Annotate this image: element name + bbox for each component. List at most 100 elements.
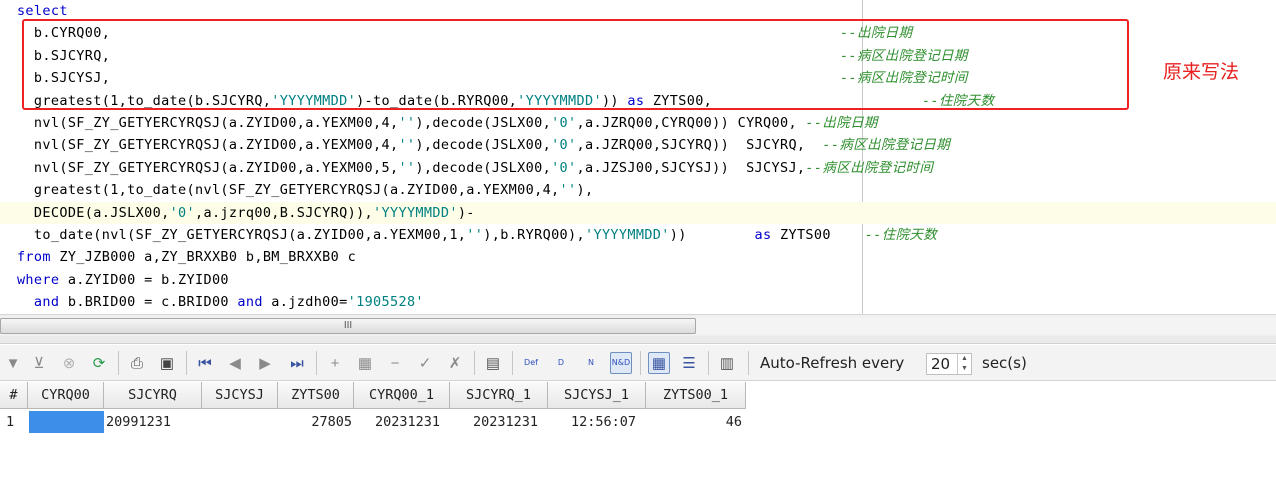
add-record-icon[interactable]: + — [324, 352, 346, 374]
export-icon[interactable]: ▥ — [716, 352, 738, 374]
code-line[interactable]: from ZY_JZB000 a,ZY_BRXXB0 b,BM_BRXXB0 c — [0, 246, 356, 268]
delete-record-icon[interactable]: − — [384, 352, 406, 374]
cancel-icon[interactable]: ⊗ — [58, 352, 80, 374]
code-line[interactable]: and b.BRID00 = c.BRID00 and a.jzdh00='19… — [0, 291, 424, 313]
grid-header-zyts00[interactable]: ZYTS00 — [278, 382, 354, 409]
refresh-icon[interactable]: ⟳ — [88, 352, 110, 374]
first-icon[interactable]: ▼ — [2, 352, 24, 374]
toolbar-separator — [186, 351, 187, 375]
row-number: 1 — [6, 414, 15, 430]
list-view-icon[interactable]: ☰ — [678, 352, 700, 374]
sql-text: )) — [669, 227, 755, 243]
d-icon[interactable]: D — [550, 352, 572, 374]
sql-text: ),decode(JSLX00, — [415, 115, 552, 131]
code-line[interactable]: b.CYRQ00, — [0, 22, 110, 44]
refresh-interval-value[interactable]: 20 — [931, 355, 950, 373]
code-line[interactable]: DECODE(a.JSLX00,'0',a.jzrq00,B.SJCYRQ)),… — [0, 201, 1276, 224]
sql-text: nvl(SF_ZY_GETYERCYRQSJ(a.ZYID00,a.YEXM00… — [0, 159, 399, 176]
last-record-icon[interactable]: ⏭ — [286, 352, 308, 374]
sql-comment: --住院天数 — [922, 92, 995, 109]
sql-string: 'YYYYMMDD' — [584, 227, 670, 243]
grid-view-icon[interactable]: ▦ — [648, 352, 670, 374]
code-line[interactable]: where a.ZYID00 = b.ZYID00 — [0, 269, 229, 291]
cancel-edit-icon[interactable]: ✗ — [444, 352, 466, 374]
grid-header-sjcyrq-1[interactable]: SJCYRQ_1 — [450, 382, 548, 409]
code-line[interactable]: nvl(SF_ZY_GETYERCYRQSJ(a.ZYID00,a.YEXM00… — [0, 157, 933, 179]
sql-text: ,a.JZSJ00,SJCYSJ)) SJCYSJ, — [576, 159, 806, 176]
grid-cell-zyts00[interactable]: 27805 — [278, 411, 352, 433]
code-line[interactable]: to_date(nvl(SF_ZY_GETYERCYRQSJ(a.ZYID00,… — [0, 224, 937, 246]
nd-icon[interactable]: N&D — [610, 352, 632, 374]
grid-cell-cyrq00[interactable] — [29, 411, 104, 433]
results-grid[interactable]: # CYRQ00 SJCYRQ SJCYSJ ZYTS00 CYRQ00_1 S… — [0, 382, 1276, 481]
n-icon[interactable]: N — [580, 352, 602, 374]
sql-text: ), — [576, 182, 594, 199]
sql-editor[interactable]: select b.CYRQ00, b.SJCYRQ, b.SJCYSJ, gre… — [0, 0, 1276, 314]
sql-string: 'YYYYMMDD' — [517, 92, 602, 109]
sql-comment: --病区出院登记时间 — [840, 70, 968, 87]
grid-cell-zyts00-1[interactable]: 46 — [646, 411, 742, 433]
sql-text: ),decode(JSLX00, — [415, 137, 552, 154]
scrollbar-thumb[interactable]: III — [0, 318, 696, 334]
code-line[interactable]: greatest(1,to_date(nvl(SF_ZY_GETYERCYRQS… — [0, 179, 593, 201]
code-line[interactable]: nvl(SF_ZY_GETYERCYRQSJ(a.ZYID00,a.YEXM00… — [0, 112, 878, 134]
sql-comment: --住院天数 — [864, 227, 938, 243]
sql-keyword: where — [0, 271, 60, 288]
prior-record-icon[interactable]: ◀ — [224, 352, 246, 374]
code-line[interactable]: b.SJCYRQ, — [0, 45, 110, 67]
def-icon[interactable]: Def — [520, 352, 542, 374]
toolbar-separator — [748, 351, 749, 375]
grid-header-cyrq00[interactable]: CYRQ00 — [28, 382, 104, 409]
sql-string: '0' — [551, 137, 577, 154]
code-line[interactable]: select — [0, 0, 68, 22]
sql-string: 'YYYYMMDD' — [373, 204, 458, 221]
grid-header-rownum: # — [0, 382, 28, 409]
grid-header-zyts00-1[interactable]: ZYTS00_1 — [646, 382, 746, 409]
post-edit-icon[interactable]: ✓ — [414, 352, 436, 374]
sql-string: '' — [398, 137, 416, 154]
grid-header-cyrq00-1[interactable]: CYRQ00_1 — [354, 382, 450, 409]
save-icon[interactable]: ▣ — [156, 352, 178, 374]
sql-comment: --出院日期 — [805, 115, 878, 131]
code-line[interactable]: b.SJCYSJ, — [0, 67, 110, 89]
grid-header-sjcyrq[interactable]: SJCYRQ — [104, 382, 202, 409]
form-view-icon[interactable]: ▤ — [482, 352, 504, 374]
grid-cell-sjcyrq-1[interactable]: 20231231 — [450, 411, 538, 433]
sql-text: a.jzdh00= — [262, 294, 348, 311]
grid-cell-sjcyrq[interactable]: 20991231 — [106, 411, 202, 433]
code-line[interactable]: nvl(SF_ZY_GETYERCYRQSJ(a.ZYID00,a.YEXM00… — [0, 134, 950, 156]
horizontal-scrollbar[interactable]: III — [0, 314, 1276, 336]
grid-header-sjcysj-1[interactable]: SJCYSJ_1 — [548, 382, 646, 409]
stepper-arrows-icon[interactable]: ▲ ▼ — [957, 354, 971, 374]
grid-cell-cyrq00-1[interactable]: 20231231 — [354, 411, 440, 433]
sql-string: '0' — [551, 115, 577, 131]
grid-header-sjcysj[interactable]: SJCYSJ — [202, 382, 278, 409]
refresh-interval-stepper[interactable]: 20 ▲ ▼ — [926, 353, 972, 375]
grid-cell-sjcysj[interactable] — [204, 411, 278, 433]
grid-record-icon[interactable]: ▦ — [354, 352, 376, 374]
grid-cell-sjcysj-1[interactable]: 12:56:07 — [548, 411, 636, 433]
sql-text: nvl(SF_ZY_GETYERCYRQSJ(a.ZYID00,a.YEXM00… — [0, 137, 399, 154]
sql-text: ,a.JZRQ00,CYRQ00)) CYRQ00, — [576, 115, 806, 131]
auto-refresh-label: Auto-Refresh every — [760, 354, 905, 372]
sql-comment: --病区出院登记日期 — [840, 47, 968, 64]
sql-text: )- — [457, 204, 475, 221]
sql-keyword: select — [0, 3, 68, 19]
sql-text: b.SJCYSJ, — [0, 70, 111, 87]
sql-text: ZY_JZB000 a,ZY_BRXXB0 b,BM_BRXXB0 c — [50, 249, 357, 266]
sql-comment: --出院日期 — [840, 25, 913, 42]
next-record-icon[interactable]: ▶ — [254, 352, 276, 374]
sql-text: a.ZYID00 = b.ZYID00 — [59, 271, 229, 288]
scrollbar-right-area — [696, 318, 1276, 334]
sql-text: b.SJCYRQ, — [0, 47, 111, 64]
print-icon[interactable]: ⎙ — [126, 352, 148, 374]
splitter[interactable] — [0, 336, 1276, 344]
toolbar-separator — [316, 351, 317, 375]
code-line[interactable]: greatest(1,to_date(b.SJCYRQ,'YYYYMMDD')-… — [0, 90, 712, 112]
first-record-icon[interactable]: ⏮ — [194, 352, 216, 374]
sql-text: ),decode(JSLX00, — [415, 159, 552, 176]
sql-keyword: as — [754, 227, 772, 243]
filter-icon[interactable]: ⊻ — [28, 352, 50, 374]
toolbar-separator — [640, 351, 641, 375]
